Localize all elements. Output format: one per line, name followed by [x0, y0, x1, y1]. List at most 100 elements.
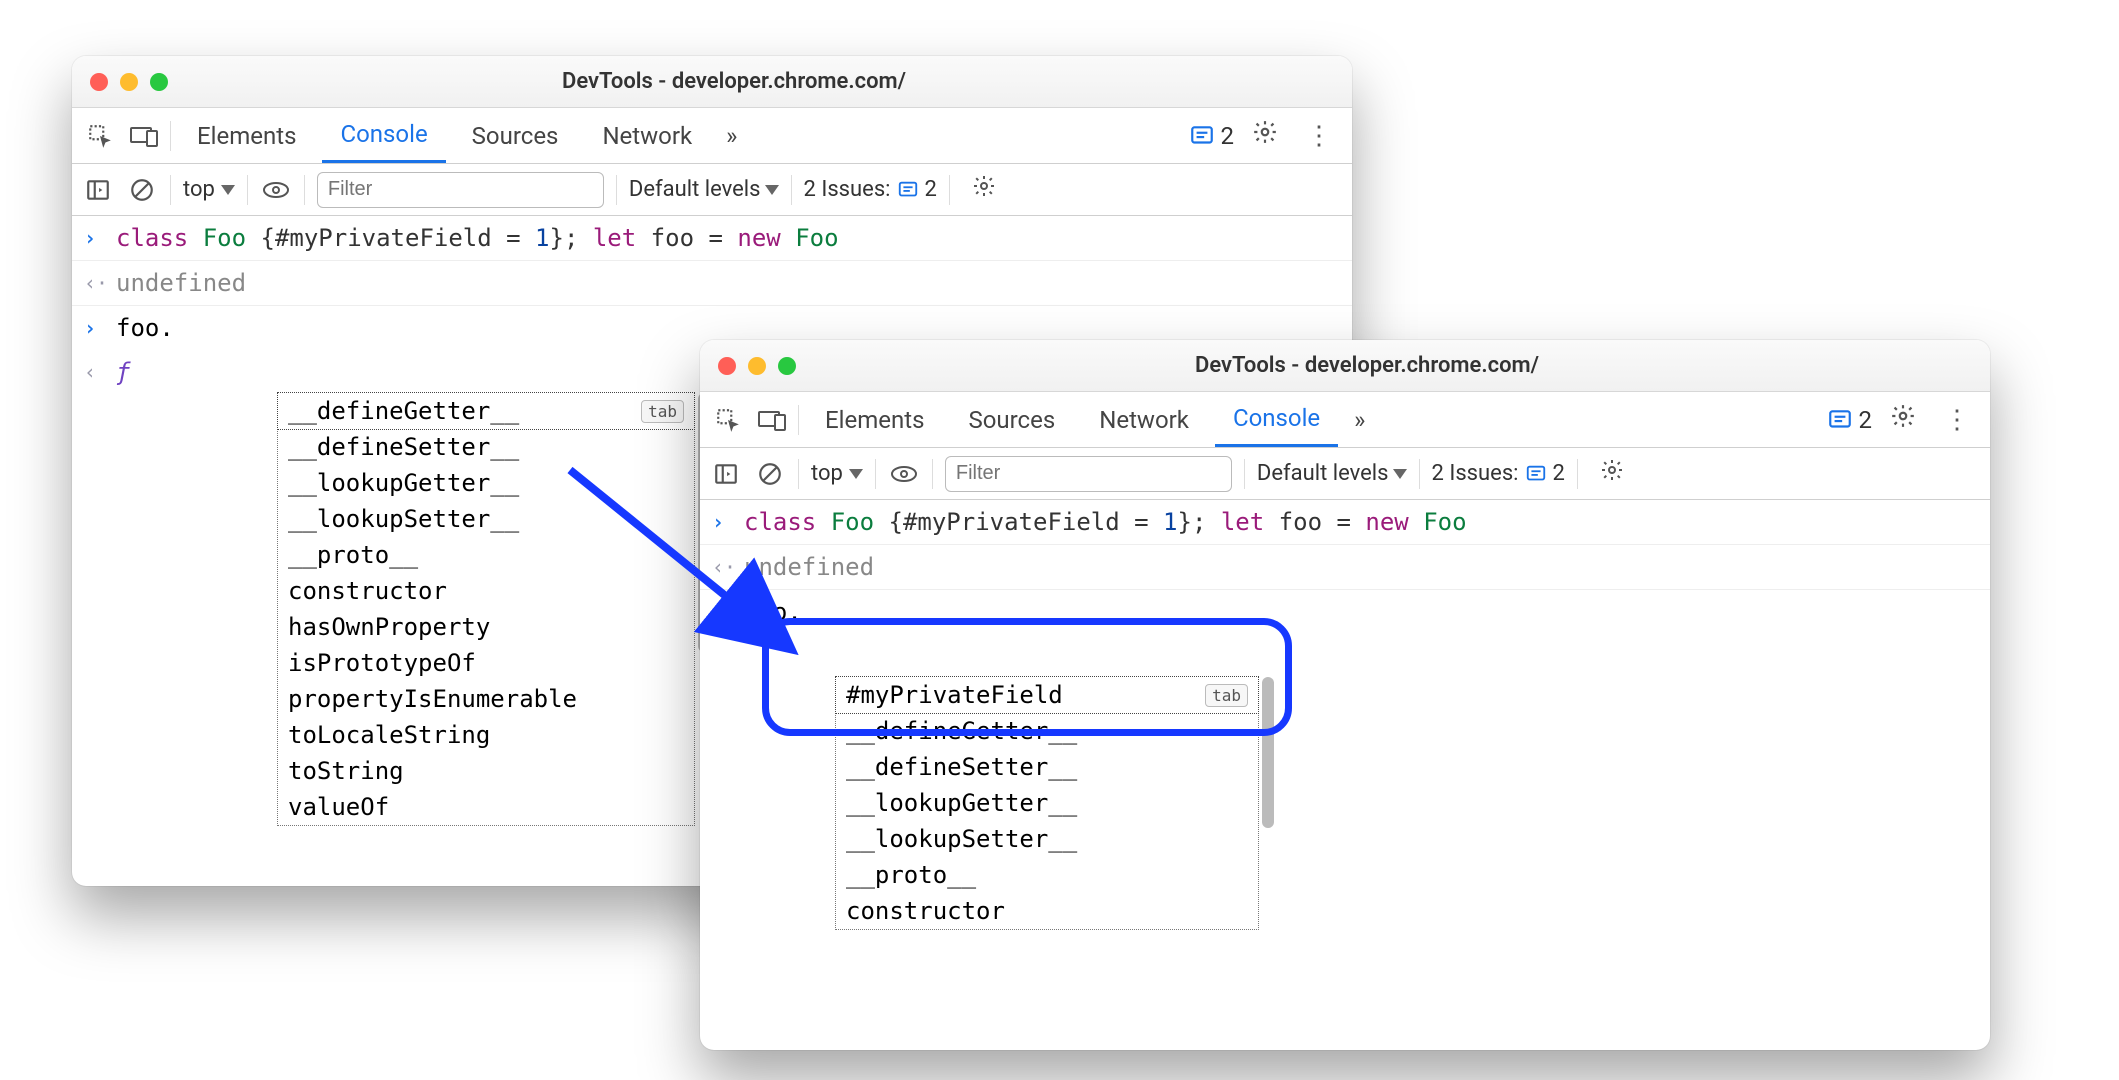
divider: [170, 121, 171, 151]
close-icon[interactable]: [718, 357, 736, 375]
filter-input[interactable]: [945, 456, 1232, 492]
console-input-row: › class Foo {#myPrivateField = 1}; let f…: [700, 500, 1990, 545]
device-toolbar-icon[interactable]: [126, 118, 162, 154]
kebab-menu-icon[interactable]: ⋮: [1934, 405, 1980, 435]
levels-label: Default levels: [629, 177, 761, 202]
divider: [304, 175, 305, 205]
maximize-icon[interactable]: [778, 357, 796, 375]
input-caret-icon: ›: [712, 508, 732, 534]
inspect-element-icon[interactable]: [82, 118, 118, 154]
tab-sources[interactable]: Sources: [950, 392, 1073, 447]
filter-input[interactable]: [317, 172, 604, 208]
autocomplete-item[interactable]: __proto__: [278, 537, 694, 573]
autocomplete-item[interactable]: __defineGetter__: [836, 713, 1258, 749]
clear-console-icon[interactable]: [754, 458, 786, 490]
device-toolbar-icon[interactable]: [754, 402, 790, 438]
tab-sources[interactable]: Sources: [454, 108, 577, 163]
autocomplete-item[interactable]: toLocaleString: [278, 717, 694, 753]
autocomplete-label: #myPrivateField: [846, 681, 1063, 709]
issues-indicator[interactable]: 2: [1189, 122, 1235, 150]
clear-console-icon[interactable]: [126, 174, 158, 206]
autocomplete-item[interactable]: toString: [278, 753, 694, 789]
console-toolbar: top Default levels 2 Issues: 2: [700, 448, 1990, 500]
live-expression-icon[interactable]: [888, 458, 920, 490]
divider: [949, 175, 950, 205]
panel-tabs: Elements Sources Network Console » 2 ⋮: [700, 392, 1990, 448]
dropdown-caret-icon: [221, 185, 235, 195]
log-levels-selector[interactable]: Default levels: [1257, 461, 1407, 486]
close-icon[interactable]: [90, 73, 108, 91]
autocomplete-item[interactable]: __defineSetter__: [836, 749, 1258, 785]
context-selector[interactable]: top: [183, 177, 235, 202]
autocomplete-item[interactable]: __lookupGetter__: [836, 785, 1258, 821]
levels-label: Default levels: [1257, 461, 1389, 486]
maximize-icon[interactable]: [150, 73, 168, 91]
console-prompt-row[interactable]: › foo.: [700, 590, 1990, 634]
issues-label: 2 Issues:: [1432, 461, 1519, 486]
issues-summary[interactable]: 2 Issues: 2: [1432, 461, 1565, 486]
autocomplete-item[interactable]: hasOwnProperty: [278, 609, 694, 645]
autocomplete-item[interactable]: __lookupGetter__: [278, 465, 694, 501]
sidebar-toggle-icon[interactable]: [710, 458, 742, 490]
issues-summary[interactable]: 2 Issues: 2: [804, 177, 937, 202]
titlebar: DevTools - developer.chrome.com/: [72, 56, 1352, 108]
divider: [170, 175, 171, 205]
console-settings-icon[interactable]: [1590, 458, 1634, 489]
console-input-row: › class Foo {#myPrivateField = 1}; let f…: [72, 216, 1352, 261]
function-preview: ƒ: [116, 358, 130, 386]
issues-indicator[interactable]: 2: [1827, 406, 1873, 434]
autocomplete-item[interactable]: __defineSetter__: [278, 429, 694, 465]
autocomplete-item-private[interactable]: #myPrivateField tab: [835, 676, 1259, 714]
output-caret-icon: ‹·: [712, 553, 732, 579]
output-caret-icon: ‹·: [84, 269, 104, 295]
divider: [875, 459, 876, 489]
log-levels-selector[interactable]: Default levels: [629, 177, 779, 202]
tabs-overflow[interactable]: »: [1346, 392, 1373, 447]
autocomplete-item[interactable]: __lookupSetter__: [278, 501, 694, 537]
issues-count-2: 2: [1553, 461, 1565, 486]
settings-gear-icon[interactable]: [1242, 119, 1288, 152]
autocomplete-item[interactable]: __lookupSetter__: [836, 821, 1258, 857]
autocomplete-item[interactable]: __proto__: [836, 857, 1258, 893]
minimize-icon[interactable]: [748, 357, 766, 375]
dropdown-caret-icon: [765, 185, 779, 195]
tab-console[interactable]: Console: [1215, 392, 1338, 447]
console-result-row: ‹· undefined: [72, 261, 1352, 306]
inspect-element-icon[interactable]: [710, 402, 746, 438]
undefined-result: undefined: [116, 269, 246, 297]
autocomplete-popup[interactable]: #myPrivateField tab __defineGetter__ __d…: [835, 676, 1259, 930]
tab-elements[interactable]: Elements: [179, 108, 314, 163]
dropdown-caret-icon: [1393, 469, 1407, 479]
autocomplete-item[interactable]: constructor: [278, 573, 694, 609]
divider: [1419, 459, 1420, 489]
scrollbar[interactable]: [1262, 677, 1274, 828]
tab-network[interactable]: Network: [584, 108, 710, 163]
live-expression-icon[interactable]: [260, 174, 292, 206]
tab-console[interactable]: Console: [322, 108, 445, 163]
code-line: class Foo {#myPrivateField = 1}; let foo…: [744, 508, 1467, 536]
autocomplete-item[interactable]: isPrototypeOf: [278, 645, 694, 681]
titlebar: DevTools - developer.chrome.com/: [700, 340, 1990, 392]
autocomplete-item[interactable]: __defineGetter__ tab: [277, 392, 695, 430]
minimize-icon[interactable]: [120, 73, 138, 91]
autocomplete-item[interactable]: valueOf: [278, 789, 694, 825]
autocomplete-item[interactable]: constructor: [836, 893, 1258, 929]
autocomplete-popup[interactable]: __defineGetter__ tab __defineSetter__ __…: [277, 392, 695, 826]
settings-gear-icon[interactable]: [1880, 403, 1926, 436]
autocomplete-item[interactable]: propertyIsEnumerable: [278, 681, 694, 717]
console-settings-icon[interactable]: [962, 174, 1006, 205]
tabs-overflow[interactable]: »: [718, 108, 745, 163]
traffic-lights: [72, 73, 186, 91]
tab-hint: tab: [1205, 684, 1248, 707]
context-label: top: [811, 461, 843, 486]
console-result-row: ‹· undefined: [700, 545, 1990, 590]
sidebar-toggle-icon[interactable]: [82, 174, 114, 206]
kebab-menu-icon[interactable]: ⋮: [1296, 121, 1342, 151]
tab-network[interactable]: Network: [1081, 392, 1207, 447]
context-selector[interactable]: top: [811, 461, 863, 486]
issues-count: 2: [1859, 406, 1873, 434]
prompt-text: foo.: [744, 598, 802, 626]
tab-elements[interactable]: Elements: [807, 392, 942, 447]
console-toolbar: top Default levels 2 Issues: 2: [72, 164, 1352, 216]
input-caret-icon: ›: [84, 314, 104, 340]
